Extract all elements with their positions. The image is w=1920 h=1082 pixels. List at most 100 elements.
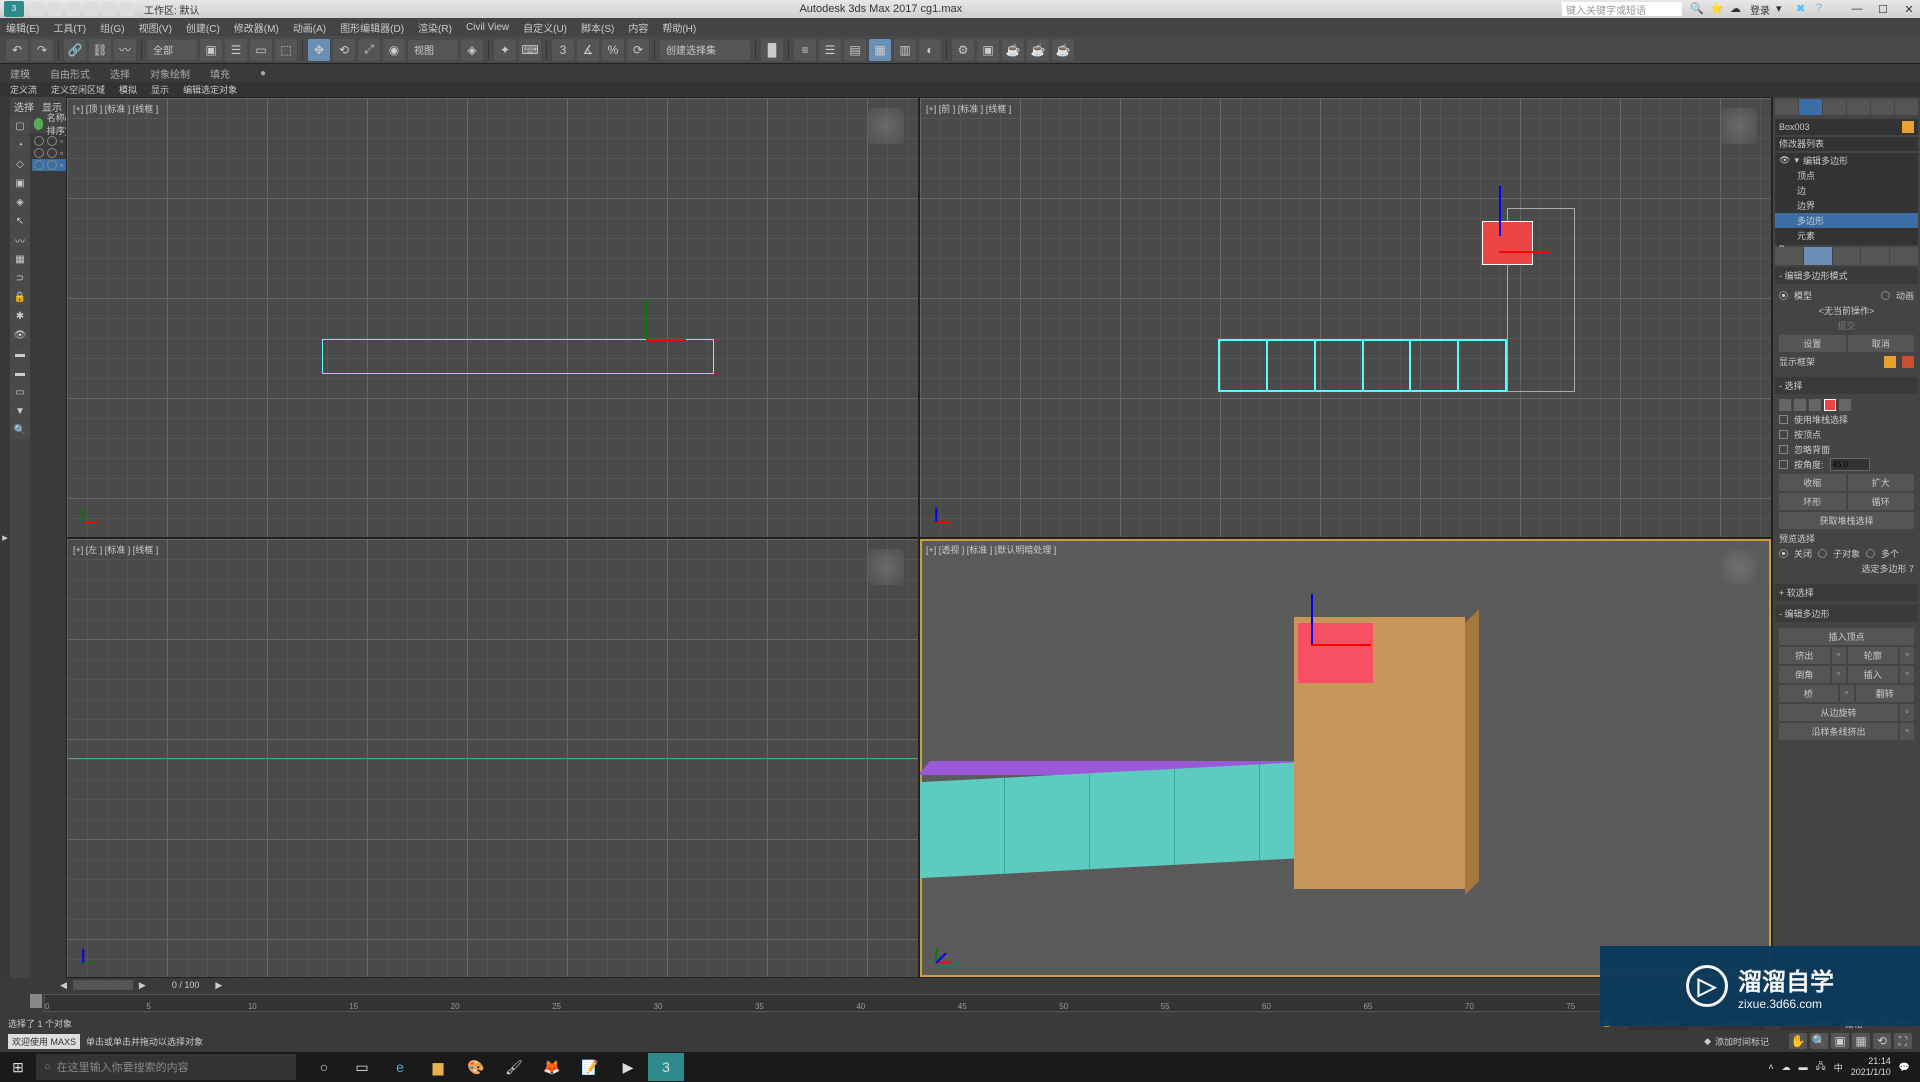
flip-button[interactable]: 翻转 [1856,685,1915,702]
schematic-view-button[interactable]: ▥ [894,39,916,61]
toggle-ribbon-button[interactable]: ▤ [844,39,866,61]
menu-group[interactable]: 组(G) [100,20,124,35]
modify-tab[interactable] [1799,99,1822,115]
cancel-button[interactable]: 取消 [1848,335,1915,352]
task-firefox-icon[interactable]: 🦊 [534,1053,570,1081]
utilities-tab[interactable] [1895,99,1918,115]
cage-color-2[interactable] [1902,356,1914,368]
chk-by-vertex[interactable] [1779,430,1788,439]
sel-polygon-icon[interactable] [1824,399,1836,411]
viewport-perspective[interactable]: [+] [透视 ] [标准 ] [默认明暗处理 ] [920,539,1771,978]
menu-create[interactable]: 创建(C) [186,20,220,35]
rollout-header[interactable]: - 编辑多边形 [1775,605,1918,622]
move-gizmo-top[interactable] [646,339,686,341]
qat-new-icon[interactable] [30,2,44,16]
menu-civil-view[interactable]: Civil View [466,22,509,33]
hierarchy-tab[interactable] [1823,99,1846,115]
modifier-stack[interactable]: 👁 ▾ 编辑多边形 顶点 边 边界 多边形 元素 Box [1775,153,1918,245]
tray-up-icon[interactable]: ˄ [1768,1062,1773,1072]
render-activeshade-button[interactable]: ☕ [1052,39,1074,61]
bridge-settings-button[interactable]: ▫ [1840,685,1854,702]
extrude-spline-button[interactable]: 沿样条线挤出 [1779,723,1898,740]
sel-edge-icon[interactable] [1794,399,1806,411]
ribbon-tab-populate[interactable]: 填充 [210,66,230,81]
bind-spacewarp-button[interactable]: 〰 [114,39,136,61]
create-tab[interactable] [1775,99,1798,115]
viewport-label-perspective[interactable]: [+] [透视 ] [标准 ] [默认明暗处理 ] [926,543,1056,556]
motion-tab[interactable] [1847,99,1870,115]
lt-blank1-icon[interactable]: ▬ [10,345,30,363]
grow-button[interactable]: 扩大 [1848,474,1915,491]
named-selection-dropdown[interactable]: 创建选择集 [660,40,750,60]
help-search-input[interactable]: 键入关键字或短语 [1562,2,1682,16]
qat-save-icon[interactable] [66,2,80,16]
subtab-idle-area[interactable]: 定义空闲区域 [51,83,105,96]
lt-shape-icon[interactable]: ◇ [10,155,30,173]
menu-customize[interactable]: 自定义(U) [523,20,567,35]
scroll-anim-right-icon[interactable]: ▶ [215,980,222,991]
subtab-edit-selected[interactable]: 编辑选定对象 [183,83,237,96]
selection-filter-dropdown[interactable]: 全部 [147,40,197,60]
inset-settings-button[interactable]: ▫ [1900,666,1914,683]
pin-stack-button[interactable] [1775,247,1803,265]
rollout-header[interactable]: - 编辑多边形模式 [1775,267,1918,284]
help-icon[interactable]: ? [1816,2,1830,16]
menu-modifiers[interactable]: 修改器(M) [234,20,279,35]
viewport-label-top[interactable]: [+] [顶 ] [标准 ] [线框 ] [73,102,158,115]
unlink-button[interactable]: ⛓ [89,39,111,61]
lt-camera-icon[interactable]: ▣ [10,174,30,192]
shrink-button[interactable]: 收缩 [1779,474,1846,491]
tray-clock[interactable]: 21:14 2021/1/10 [1851,1056,1891,1078]
modifier-list-dropdown[interactable]: 修改器列表 [1775,137,1918,151]
lt-blank2-icon[interactable]: ▬ [10,364,30,382]
gizmo-x[interactable] [1499,251,1549,253]
chk-ignore-back[interactable] [1779,445,1788,454]
ribbon-toggle-icon[interactable]: ● [260,68,266,79]
nav-zoom-extents-button[interactable]: ▦ [1852,1033,1870,1049]
radio-anim[interactable] [1881,291,1890,300]
subtab-display[interactable]: 显示 [151,83,169,96]
qat-open-icon[interactable] [48,2,62,16]
stack-element[interactable]: 元素 [1775,228,1918,243]
select-scale-button[interactable]: ⤢ [358,39,380,61]
menu-content[interactable]: 内容 [628,20,648,35]
settings-button[interactable]: 设置 [1779,335,1846,352]
menu-views[interactable]: 视图(V) [139,20,172,35]
lt-eye-icon[interactable]: 👁 [10,326,30,344]
inset-button[interactable]: 插入 [1848,666,1899,683]
h-scrollbar[interactable] [73,980,133,990]
ref-coord-dropdown[interactable]: 视图 [408,40,458,60]
render-setup-button[interactable]: ⚙ [952,39,974,61]
menu-rendering[interactable]: 渲染(R) [418,20,452,35]
minimize-button[interactable]: — [1850,3,1864,16]
radio-off[interactable] [1779,549,1788,558]
start-button[interactable]: ⊞ [0,1052,36,1082]
select-object-button[interactable]: ▣ [200,39,222,61]
tray-network-icon[interactable]: 🖧 [1816,1059,1826,1075]
task-3dsmax-icon[interactable]: 3 [648,1053,684,1081]
keyboard-shortcut-button[interactable]: ⌨ [519,39,541,61]
time-slider-thumb[interactable] [30,994,42,1008]
lt-helper-icon[interactable]: ◈ [10,193,30,211]
visibility-icon[interactable] [34,148,44,158]
ribbon-tab-object-paint[interactable]: 对象绘制 [150,66,190,81]
snaps-toggle-button[interactable]: 3 [552,39,574,61]
viewcube-icon[interactable] [1721,108,1757,144]
redo-button[interactable]: ↷ [31,39,53,61]
bevel-settings-button[interactable]: ▫ [1832,666,1846,683]
chk-use-stack[interactable] [1779,415,1788,424]
app-icon[interactable]: ✖ [1796,2,1810,16]
tray-cloud-icon[interactable]: ☁ [1782,1062,1791,1073]
select-move-button[interactable]: ✥ [308,39,330,61]
hinge-button[interactable]: 从边旋转 [1779,704,1898,721]
lt-arrow-icon[interactable]: ↖ [10,212,30,230]
tray-battery-icon[interactable]: ▬ [1799,1062,1808,1072]
sel-vertex-icon[interactable] [1779,399,1791,411]
left-tab-select[interactable]: 选择 [10,97,38,115]
viewcube-icon[interactable] [1721,549,1757,585]
close-button[interactable]: ✕ [1902,3,1916,16]
time-tag-icon[interactable]: ◆ [1704,1036,1711,1047]
curve-editor-button[interactable]: ▦ [869,39,891,61]
loop-button[interactable]: 循环 [1848,493,1915,510]
radio-subobj[interactable] [1818,549,1827,558]
